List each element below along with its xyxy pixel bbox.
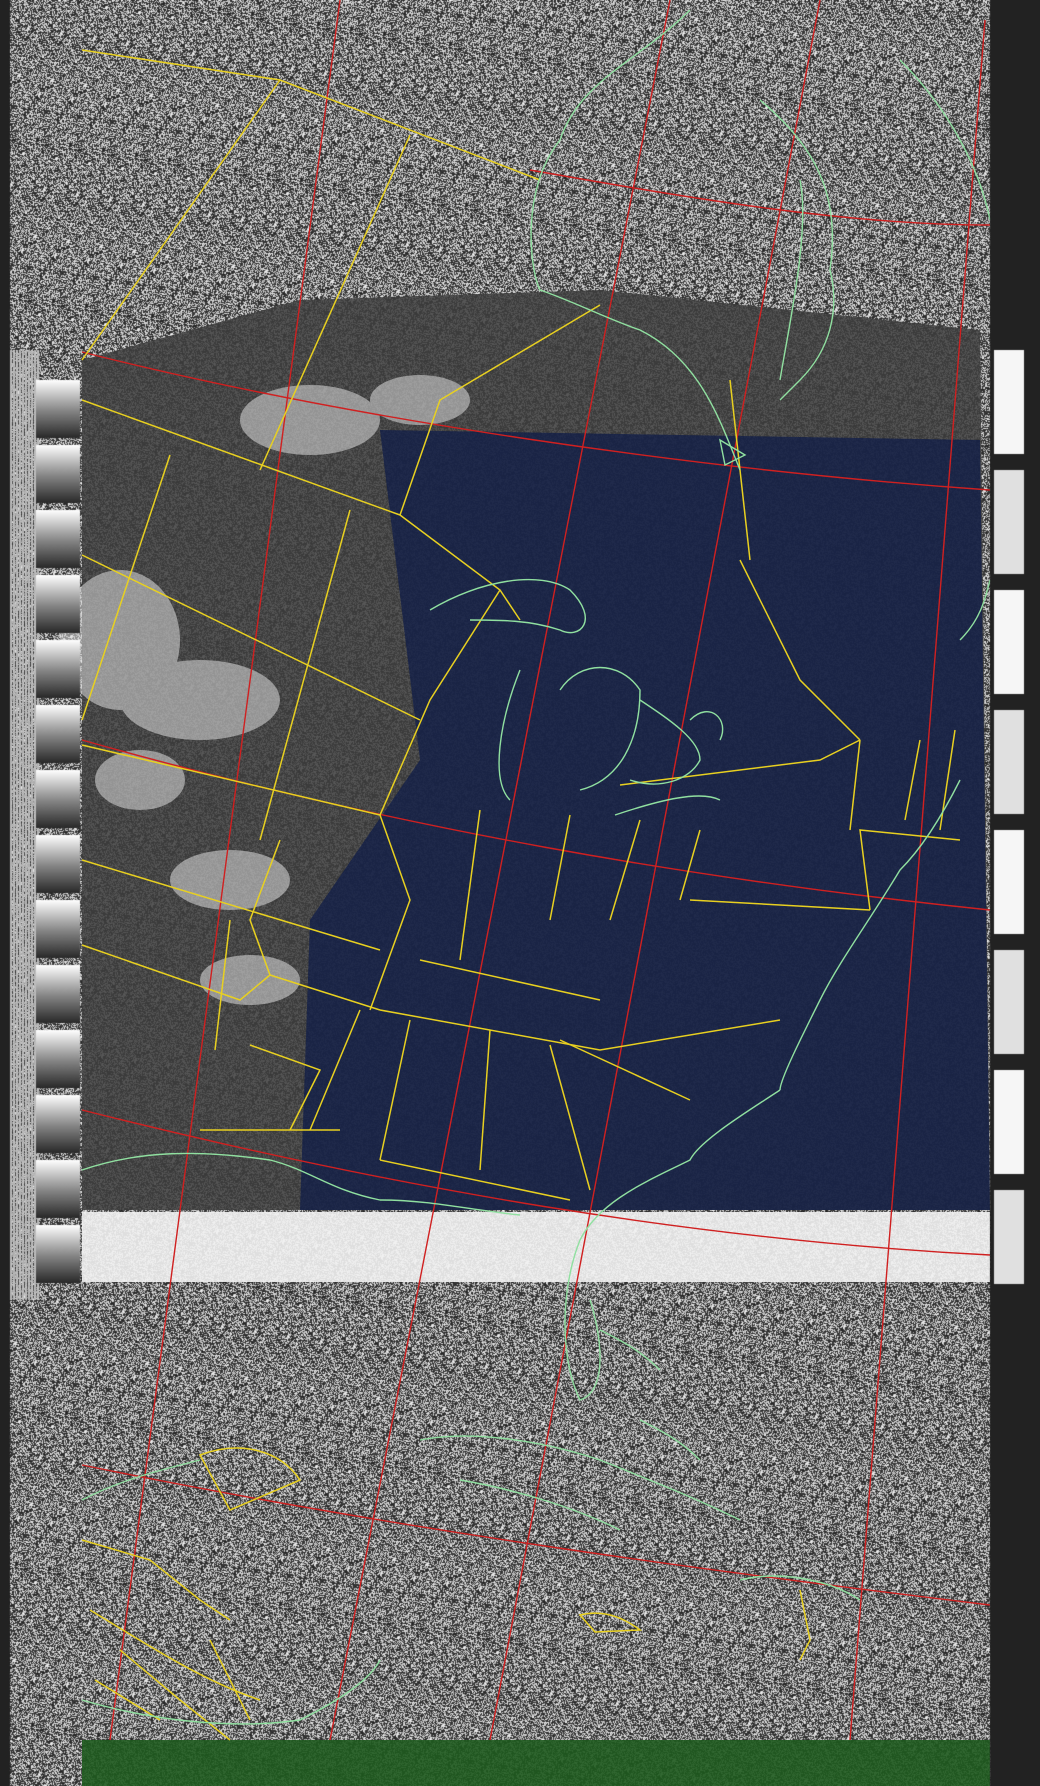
satellite-image <box>0 0 1040 1786</box>
telemetry-sync-strips <box>0 0 1040 1786</box>
